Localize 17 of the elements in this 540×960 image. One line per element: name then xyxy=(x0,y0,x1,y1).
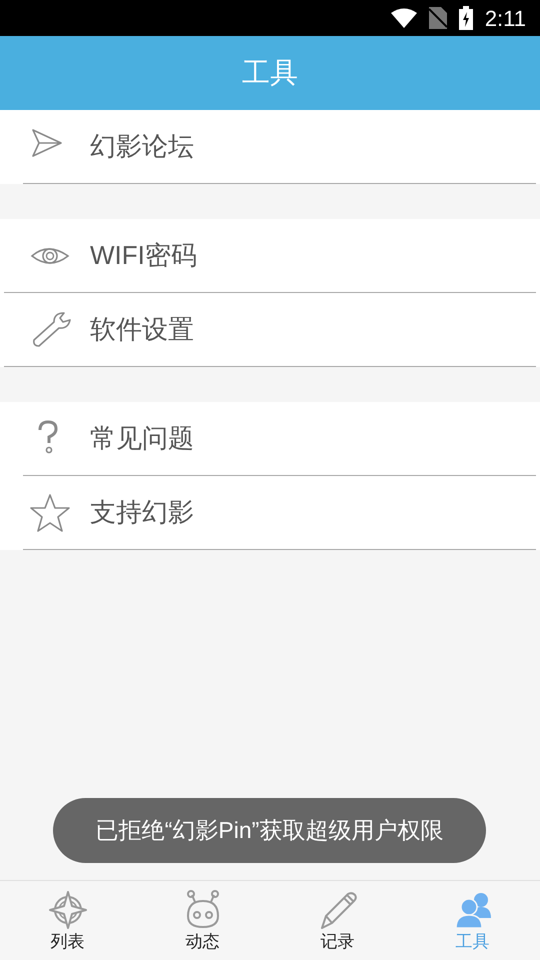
wrench-icon xyxy=(30,310,72,350)
compass-icon xyxy=(48,890,88,930)
menu-item[interactable]: 支持幻影 xyxy=(0,476,540,549)
menu-item[interactable]: WIFI密码 xyxy=(0,219,540,292)
nav-tab[interactable]: 记录 xyxy=(270,881,405,960)
no-sim-icon xyxy=(428,7,447,29)
wifi-icon xyxy=(390,8,417,28)
nav-tab[interactable]: 列表 xyxy=(0,881,135,960)
menu-item[interactable]: 幻影论坛 xyxy=(0,110,540,183)
star-icon xyxy=(30,492,72,532)
page-title: 工具 xyxy=(242,56,298,90)
menu-item[interactable]: 常见问题 xyxy=(0,402,540,475)
nav-tab[interactable]: 动态 xyxy=(135,881,270,960)
battery-icon xyxy=(458,6,473,30)
clock: 2:11 xyxy=(484,4,526,32)
menu-item[interactable]: 软件设置 xyxy=(0,293,540,366)
toast: 已拒绝“幻影Pin”获取超级用户权限 xyxy=(53,798,486,863)
